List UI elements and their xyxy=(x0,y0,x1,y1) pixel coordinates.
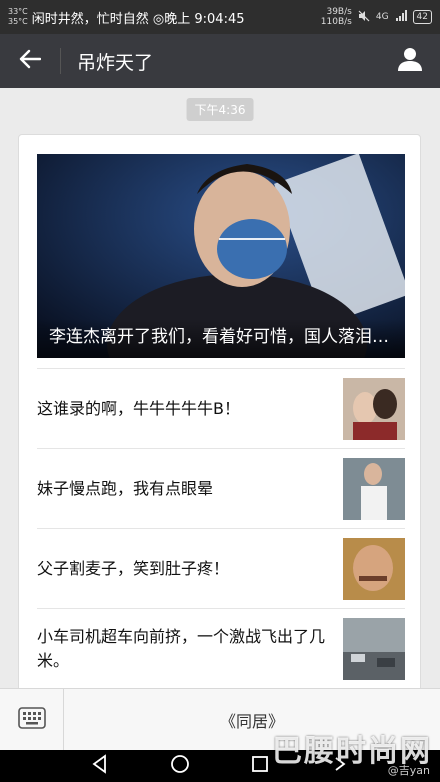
article-title: 妹子慢点跑，我有点眼晕 xyxy=(37,478,214,498)
title-bar: 吊炸天了 xyxy=(0,34,440,88)
nav-back-button[interactable] xyxy=(90,754,110,778)
person-icon xyxy=(397,46,423,76)
mute-icon xyxy=(358,10,370,25)
back-button[interactable] xyxy=(0,34,60,88)
article-thumbnail xyxy=(343,457,405,520)
nav-recents-button[interactable] xyxy=(250,754,270,778)
keyboard-icon xyxy=(17,706,46,733)
article-title: 小车司机超车向前挤，一个激战飞出了几米。 xyxy=(37,626,326,670)
list-item[interactable]: 妹子慢点跑，我有点眼晕 xyxy=(37,448,405,528)
hero-article[interactable]: 李连杰离开了我们，看着好可惜，国人落泪… xyxy=(37,154,405,358)
net-down: 110B/s xyxy=(320,17,352,27)
signal-icon xyxy=(395,9,407,25)
article-thumbnail xyxy=(343,377,405,440)
article-thumbnail xyxy=(343,617,405,680)
article-list: 这谁录的啊，牛牛牛牛牛B！ 妹子慢点跑，我有点眼晕 父子割麦子，笑到肚子疼！ 小… xyxy=(37,368,405,688)
nav-home-button[interactable] xyxy=(170,754,190,778)
article-title: 这谁录的啊，牛牛牛牛牛B！ xyxy=(37,398,240,418)
temp-low: 35°C xyxy=(8,17,28,26)
status-text: 闲时井然，忙时自然 ◎晚上 9:04:45 xyxy=(31,11,245,27)
temp-high: 33°C xyxy=(8,7,28,16)
keyboard-toggle-button[interactable] xyxy=(0,688,64,751)
list-item[interactable]: 这谁录的啊，牛牛牛牛牛B！ xyxy=(37,368,405,448)
back-arrow-icon xyxy=(19,49,42,73)
signal-label: 4G xyxy=(375,12,389,22)
page-title: 吊炸天了 xyxy=(77,51,154,74)
list-item[interactable]: 父子割麦子，笑到肚子疼！ xyxy=(37,528,405,608)
article-card: 李连杰离开了我们，看着好可惜，国人落泪… 这谁录的啊，牛牛牛牛牛B！ 妹子慢点跑… xyxy=(18,134,421,694)
hero-article-title: 李连杰离开了我们，看着好可惜，国人落泪… xyxy=(37,319,405,358)
weibo-watermark: @吉yan xyxy=(387,764,430,777)
message-timestamp: 下午4:36 xyxy=(186,98,254,121)
article-thumbnail xyxy=(343,537,405,600)
status-bar: 33°C 35°C 闲时井然，忙时自然 ◎晚上 9:04:45 39B/s 11… xyxy=(0,0,440,34)
status-indicators: 39B/s 110B/s 4G 42 xyxy=(321,7,432,27)
battery-indicator: 42 xyxy=(412,10,432,24)
profile-button[interactable] xyxy=(380,34,440,88)
temperature-readout: 33°C 35°C xyxy=(8,7,28,27)
net-up: 39B/s xyxy=(326,7,352,17)
list-item[interactable]: 小车司机超车向前挤，一个激战飞出了几米。 xyxy=(37,608,405,688)
network-speed: 39B/s 110B/s xyxy=(321,7,352,27)
article-title: 父子割麦子，笑到肚子疼！ xyxy=(37,558,230,578)
